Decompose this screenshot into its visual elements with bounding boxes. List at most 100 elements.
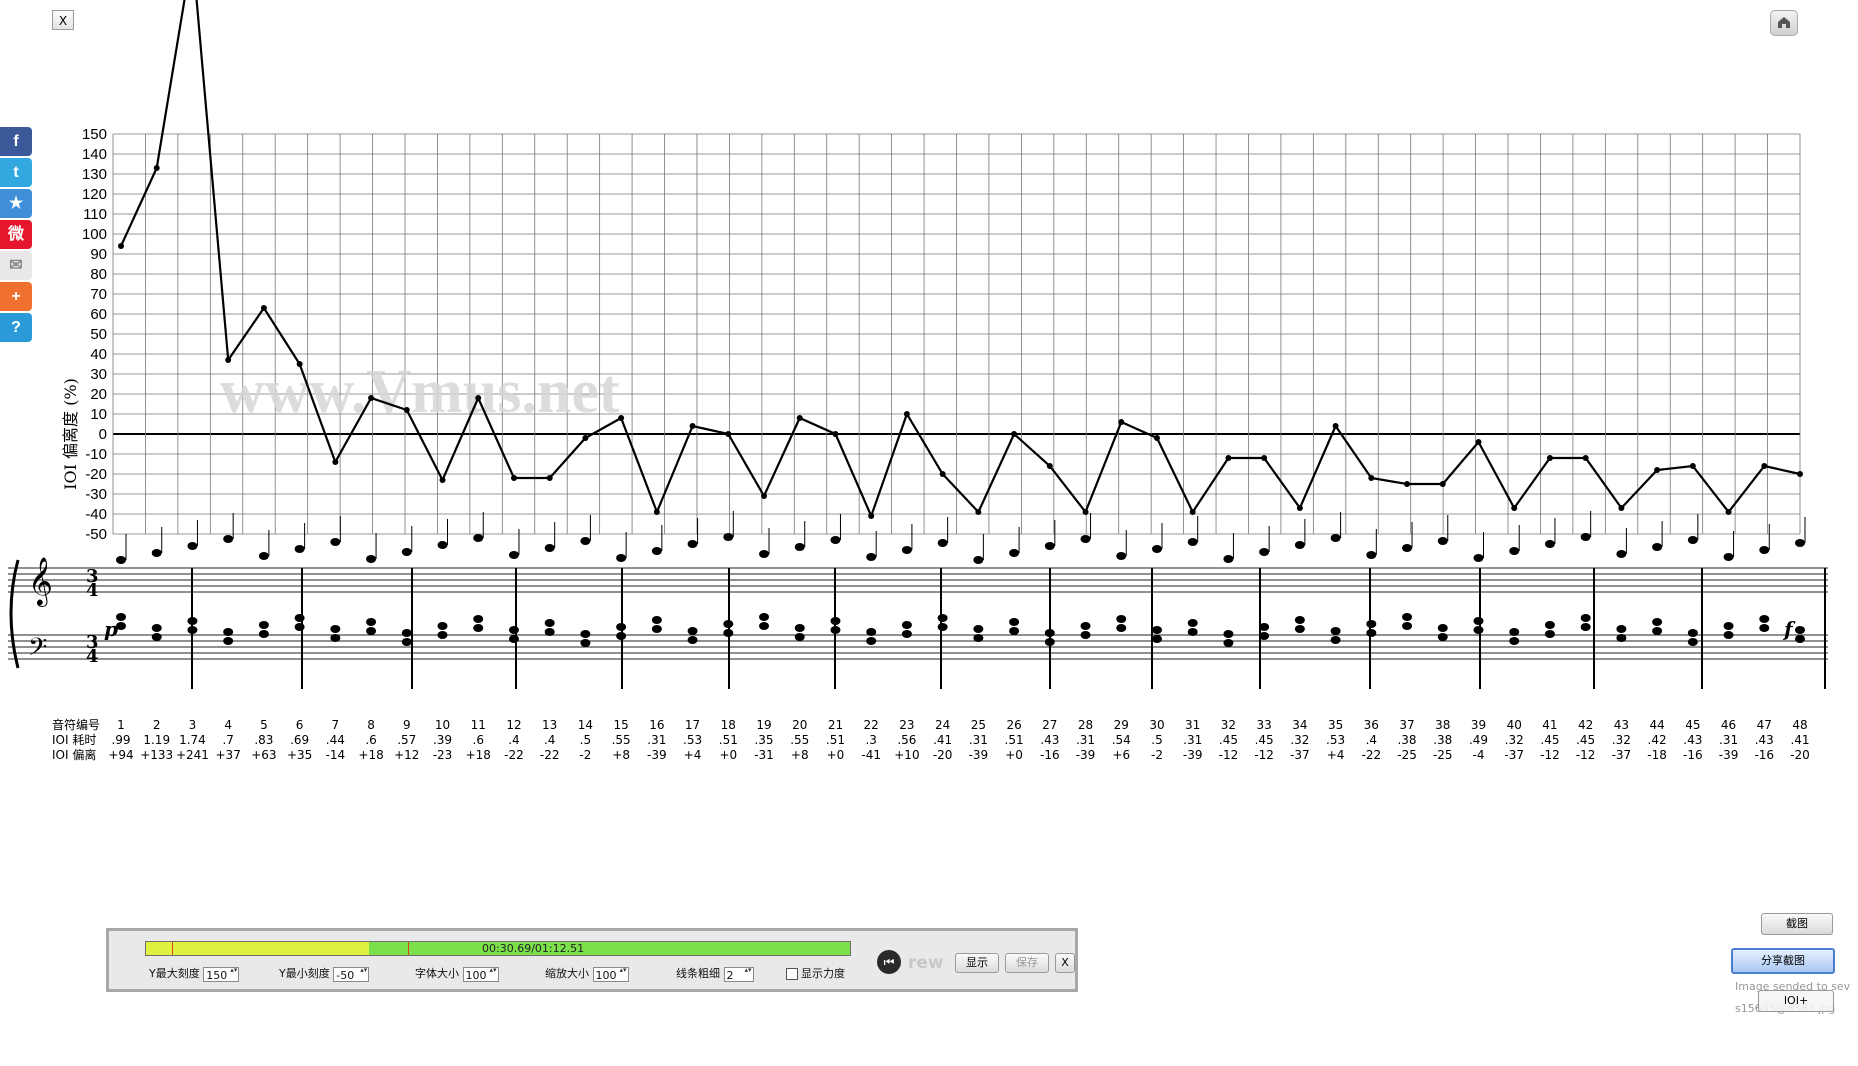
note-number-label: 20 [792,718,807,732]
zoom-input[interactable]: 100 [592,966,629,982]
ioi-time-label: .5 [580,733,591,747]
y-tick-label: 110 [83,206,107,223]
line-width-label: 线条粗细 [676,967,720,980]
note-number-label: 7 [332,718,340,732]
ioi-time-label: .49 [1469,733,1488,747]
note-number-label: 46 [1721,718,1736,732]
ioi-deviation-label: -12 [1254,748,1274,762]
note-head [1080,535,1091,543]
y-tick-label: 60 [90,306,107,323]
music-score: 𝄞𝄢3434p f [8,511,1828,689]
note-head [1009,618,1020,626]
panel-close-button[interactable]: X [1055,953,1075,973]
data-point [403,407,410,413]
save-button[interactable]: 保存 [1005,953,1049,973]
ioi-time-label: .41 [1790,733,1809,747]
note-head [1116,624,1127,632]
data-point [153,165,160,171]
note-head [1687,638,1698,646]
note-head [330,538,341,546]
ioi-deviation-label: -39 [969,748,989,762]
ioi-deviation-label: -22 [540,748,560,762]
note-number-label: 13 [542,718,557,732]
note-head [1151,626,1162,634]
note-number-label: 1 [117,718,125,732]
ioi-time-label: .43 [1755,733,1774,747]
show-button[interactable]: 显示 [955,953,999,973]
note-head [258,630,269,638]
row-label: 音符编号 [52,717,100,732]
ioi-time-label: .4 [544,733,555,747]
share-screenshot-button[interactable]: 分享截图 [1731,948,1835,974]
ioi-plus-button[interactable]: IOI+ [1758,990,1834,1012]
note-head [151,549,162,557]
ioi-deviation-label: +18 [466,748,491,762]
ioi-time-label: .99 [111,733,130,747]
ioi-time-label: .31 [1719,733,1738,747]
note-head [1259,623,1270,631]
note-number-label: 19 [756,718,771,732]
note-head [830,626,841,634]
data-point [903,411,910,417]
note-head [1795,539,1805,547]
ioi-deviation-label: -14 [326,748,346,762]
screenshot-button[interactable]: 截图 [1761,913,1833,935]
show-force-control[interactable]: 显示力度 [786,965,845,981]
ioi-deviation-label: -25 [1397,748,1417,762]
row-label: IOI 耗时 [52,733,96,747]
show-force-checkbox[interactable] [786,968,798,980]
note-head [544,628,555,636]
y-tick-label: 10 [90,406,107,423]
note-number-label: 32 [1221,718,1236,732]
ioi-deviation-label: +0 [719,748,737,762]
note-head [1223,630,1234,638]
y-min-input[interactable]: -50 [333,966,370,982]
ioi-deviation-label: -20 [933,748,953,762]
note-head [366,618,377,626]
rewind-icon[interactable]: ⏮ [877,950,901,974]
ioi-time-label: .38 [1433,733,1452,747]
note-head [1544,540,1555,548]
note-number-label: 41 [1542,718,1557,732]
data-point [296,361,303,367]
data-point [868,513,875,519]
ioi-deviation-label: +4 [1327,748,1345,762]
rewind-button[interactable]: rew [908,953,944,973]
y-max-input[interactable]: 150 [203,966,240,982]
note-head [330,634,341,642]
note-head [294,545,305,553]
time-signature-bottom: 4 [86,646,99,667]
score-brace [9,559,20,669]
note-head [1723,622,1734,630]
y-tick-label: -40 [85,506,107,523]
y-tick-label: 50 [90,326,107,343]
ioi-deviation-label: +241 [176,748,209,762]
ioi-deviation-label: +0 [1005,748,1023,762]
ioi-time-label: .45 [1219,733,1238,747]
note-head [1544,621,1555,629]
note-head [1509,628,1520,636]
note-head [1616,634,1627,642]
note-head [830,536,841,544]
progress-bar[interactable]: 00:30.69/01:12.51 [145,941,851,956]
note-head [294,623,305,631]
ioi-time-label: .6 [473,733,484,747]
note-head [759,613,770,621]
note-number-label: 25 [971,718,986,732]
ioi-deviation-label: -37 [1290,748,1310,762]
font-size-label: 字体大小 [415,967,459,980]
ioi-deviation-label: +12 [394,748,419,762]
ioi-deviation-label: +8 [612,748,630,762]
note-number-label: 16 [649,718,664,732]
font-size-input[interactable]: 100 [462,966,499,982]
note-number-label: 21 [828,718,843,732]
dynamic-mark: f [1782,617,1796,641]
note-number-label: 40 [1507,718,1522,732]
data-point [725,431,732,437]
note-head [401,629,412,637]
line-width-input[interactable]: 2 [723,966,754,982]
data-point [1475,439,1482,445]
note-head [616,554,627,562]
note-head [187,542,198,550]
note-head [687,540,698,548]
